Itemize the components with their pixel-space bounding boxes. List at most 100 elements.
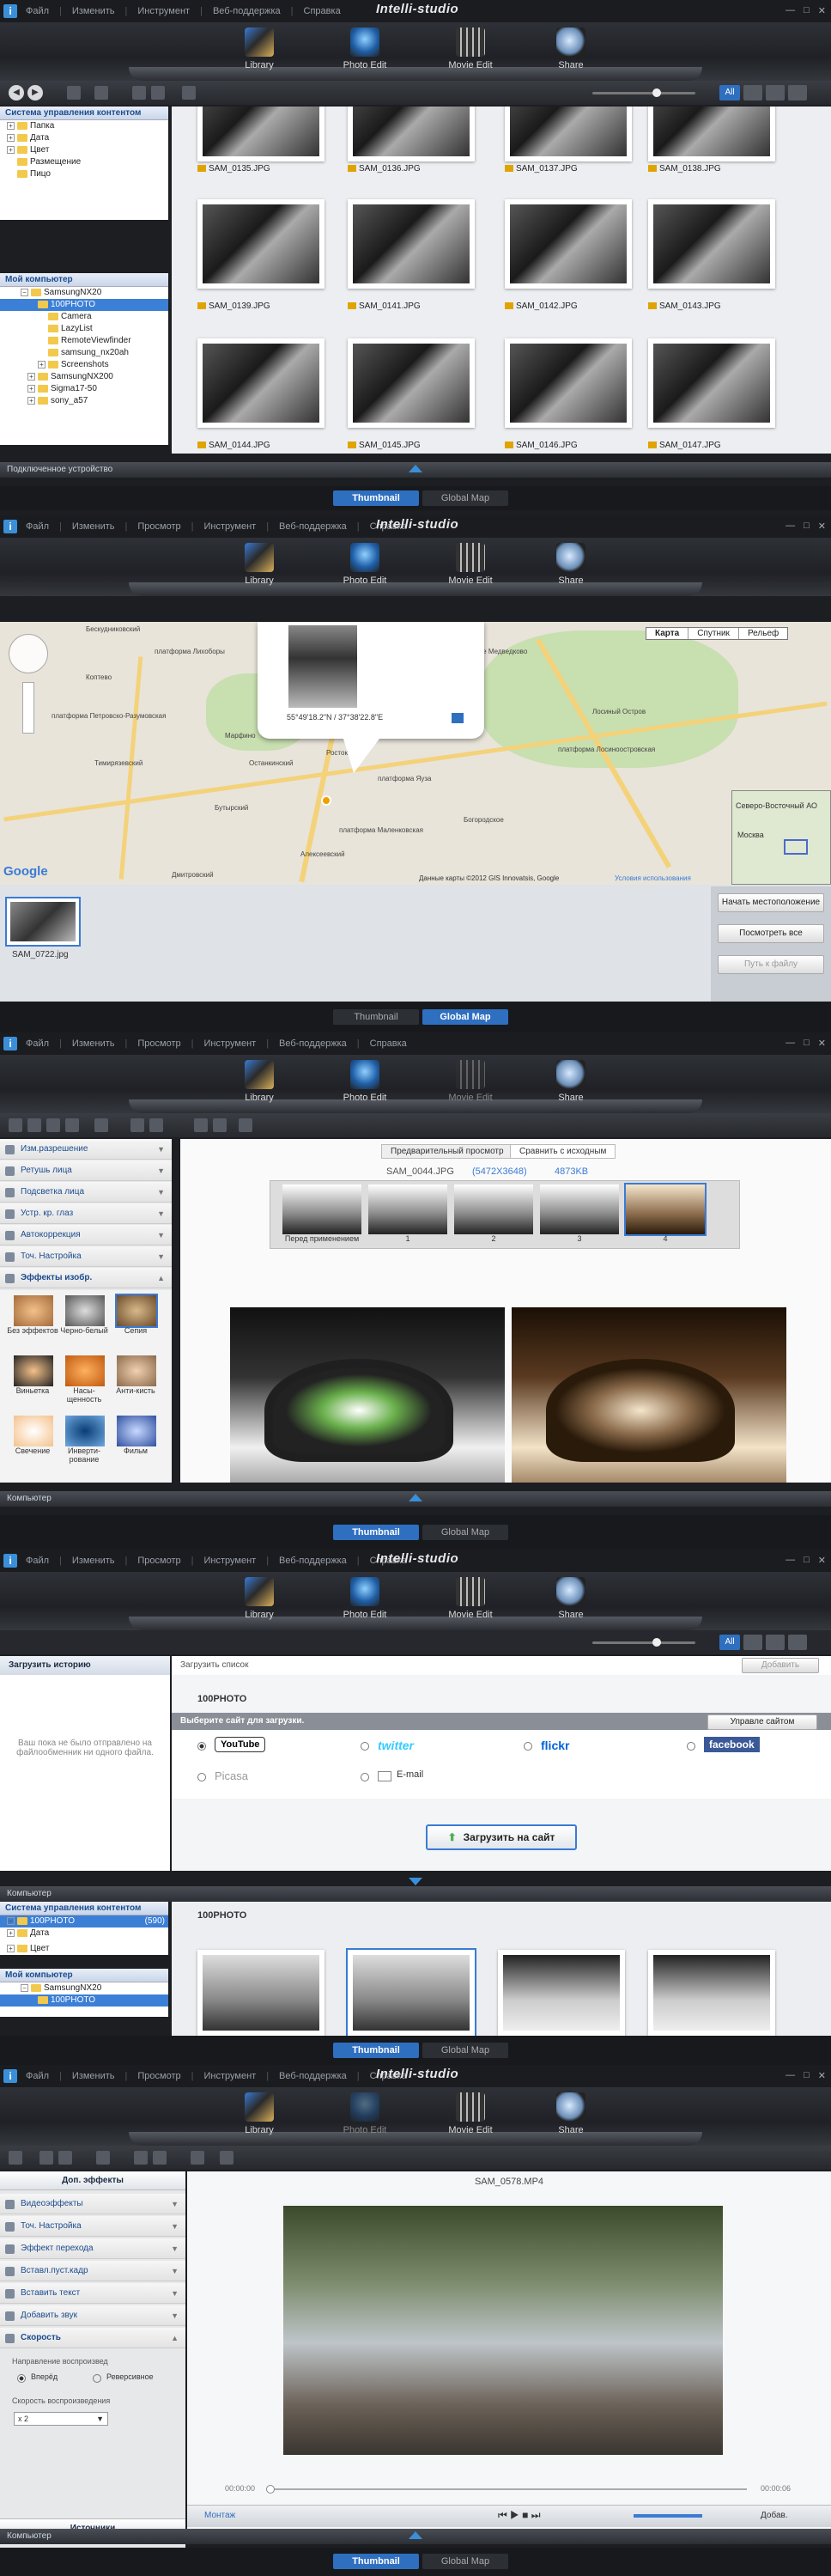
speed-select[interactable]: x 2 ▼: [14, 2412, 108, 2426]
photo-thumbnail[interactable]: [648, 107, 775, 161]
radio-youtube[interactable]: [197, 1742, 206, 1751]
minimize-icon[interactable]: —: [786, 1555, 795, 1566]
menu-edit[interactable]: Изменить: [72, 6, 115, 16]
view-video-icon[interactable]: [766, 1635, 785, 1650]
maximize-icon[interactable]: □: [804, 1038, 810, 1049]
tree-item[interactable]: + Цвет: [0, 1943, 168, 1955]
photo-thumbnail[interactable]: [648, 1950, 775, 2036]
tab-compare[interactable]: Сравнить с исходным: [510, 1144, 616, 1159]
menu-view[interactable]: Просмотр: [137, 1556, 180, 1566]
mode-library[interactable]: Library: [225, 543, 294, 586]
print-icon[interactable]: [151, 86, 165, 100]
map-pan-control[interactable]: [9, 634, 48, 673]
effect-thumb[interactable]: [65, 1295, 105, 1326]
panel-red-eye[interactable]: Устр. кр. глаз ▼: [0, 1203, 172, 1224]
view-audio-icon[interactable]: [788, 85, 807, 100]
mode-share[interactable]: Share: [537, 27, 605, 70]
menu-tool[interactable]: Инструмент: [137, 6, 190, 16]
map-type-map[interactable]: Карта: [646, 628, 689, 639]
mode-movie-edit[interactable]: Movie Edit: [436, 543, 505, 586]
original-photo[interactable]: [230, 1307, 505, 1483]
photo-thumbnail[interactable]: [348, 107, 475, 161]
refresh-icon[interactable]: [182, 86, 196, 100]
mount-label[interactable]: Монтаж: [204, 2511, 235, 2520]
effect-thumb[interactable]: [65, 1355, 105, 1386]
tab-global-map[interactable]: Global Map: [422, 2554, 508, 2569]
panel-blank-frame[interactable]: Вставл.пуст.кадр ▼: [0, 2261, 185, 2281]
open-icon[interactable]: [9, 1118, 22, 1132]
tree-folder[interactable]: + sony_a57: [0, 395, 168, 407]
radio-twitter[interactable]: [361, 1742, 369, 1751]
menu-tool[interactable]: Инструмент: [204, 521, 257, 532]
tree-item[interactable]: Пицо: [0, 168, 168, 180]
view-video-icon[interactable]: [766, 85, 785, 100]
tab-global-map[interactable]: Global Map: [422, 1525, 508, 1540]
tree-folder[interactable]: RemoteViewfinder: [0, 335, 168, 347]
save-icon[interactable]: [27, 1118, 41, 1132]
maximize-icon[interactable]: □: [804, 2070, 810, 2081]
radio-forward[interactable]: [17, 2374, 26, 2383]
maximize-icon[interactable]: □: [804, 521, 810, 532]
rotate-icon[interactable]: [94, 86, 108, 100]
menu-help[interactable]: Справка: [304, 6, 341, 16]
map-zoom-control[interactable]: [22, 682, 34, 734]
mode-library[interactable]: Library: [225, 1577, 294, 1620]
seek-bar[interactable]: [266, 2485, 747, 2494]
mode-share[interactable]: Share: [537, 543, 605, 586]
tree-folder[interactable]: + Sigma17-50: [0, 383, 168, 395]
menu-file[interactable]: Файл: [26, 1038, 49, 1049]
map-type-terrain[interactable]: Рельеф: [739, 628, 787, 639]
save-as-icon[interactable]: [58, 2151, 72, 2165]
save-icon[interactable]: [39, 2151, 53, 2165]
photo-thumbnail[interactable]: [505, 199, 632, 289]
map-photo-thumbnail[interactable]: [5, 897, 81, 947]
radio-flickr[interactable]: [524, 1742, 532, 1751]
menu-tool[interactable]: Инструмент: [204, 2071, 257, 2081]
history-thumb-selected[interactable]: [624, 1183, 707, 1236]
tab-thumbnail[interactable]: Thumbnail: [333, 2043, 419, 2058]
panel-face-light[interactable]: Подсветка лица ▼: [0, 1182, 172, 1203]
effect-thumb[interactable]: [14, 1416, 53, 1446]
menu-web-support[interactable]: Веб-поддержка: [279, 1556, 347, 1566]
back-icon[interactable]: ◀: [9, 85, 24, 100]
menu-file[interactable]: Файл: [26, 2071, 49, 2081]
photo-thumbnail[interactable]: [197, 1950, 325, 2036]
effect-thumb[interactable]: [65, 1416, 105, 1446]
menu-view[interactable]: Просмотр: [137, 1038, 180, 1049]
mode-library[interactable]: Library: [225, 2092, 294, 2135]
panel-face-retouch[interactable]: Ретушь лица ▼: [0, 1160, 172, 1181]
minimize-icon[interactable]: —: [786, 5, 795, 16]
view-image-icon[interactable]: [743, 85, 762, 100]
tree-folder[interactable]: samsung_nx20ah: [0, 347, 168, 359]
close-icon[interactable]: ✕: [818, 2070, 826, 2081]
tree-folder[interactable]: + Screenshots: [0, 359, 168, 371]
panel-speed[interactable]: Скорость ▲: [0, 2328, 185, 2348]
photo-thumbnail[interactable]: [197, 338, 325, 428]
zoom-slider-knob[interactable]: [652, 1638, 661, 1647]
menu-tool[interactable]: Инструмент: [204, 1038, 257, 1049]
effect-thumb-selected[interactable]: [115, 1294, 158, 1328]
view-audio-icon[interactable]: [788, 1635, 807, 1650]
menu-view[interactable]: Просмотр: [137, 521, 180, 532]
tab-thumbnail[interactable]: Thumbnail: [333, 2554, 419, 2569]
export-icon[interactable]: [65, 1118, 79, 1132]
mode-share[interactable]: Share: [537, 1577, 605, 1620]
tab-global-map[interactable]: Global Map: [422, 2043, 508, 2058]
upload-to-site-button[interactable]: ⬆ Загрузить на сайт: [426, 1824, 577, 1850]
mode-movie-edit[interactable]: Movie Edit: [436, 1577, 505, 1620]
collapse-down-icon[interactable]: [409, 1878, 422, 1885]
save-as-icon[interactable]: [46, 1118, 60, 1132]
tree-item[interactable]: −100PHOTO (590): [0, 1915, 168, 1927]
mode-photo-edit[interactable]: Photo Edit: [331, 543, 399, 586]
photo-thumbnail[interactable]: [648, 199, 775, 289]
zoom-slider[interactable]: [592, 1638, 695, 1647]
maximize-icon[interactable]: □: [804, 5, 810, 16]
photo-thumbnail[interactable]: [348, 199, 475, 289]
menu-view[interactable]: Просмотр: [137, 2071, 180, 2081]
tree-folder[interactable]: + SamsungNX200: [0, 371, 168, 383]
save-icon[interactable]: [452, 713, 464, 723]
tree-folder[interactable]: LazyList: [0, 323, 168, 335]
photo-thumbnail[interactable]: [505, 338, 632, 428]
panel-insert-text[interactable]: Вставить текст ▼: [0, 2283, 185, 2304]
effect-thumb[interactable]: [14, 1355, 53, 1386]
